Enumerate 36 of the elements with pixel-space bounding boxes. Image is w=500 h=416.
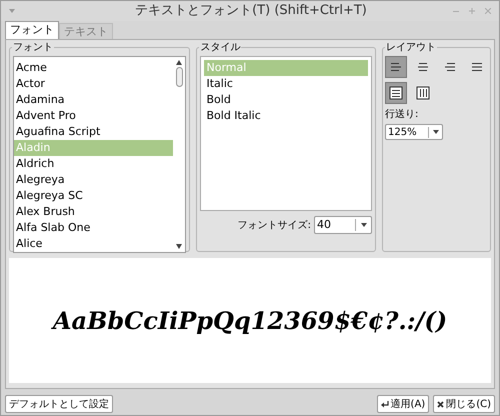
cross-icon [437, 400, 444, 408]
font-preview-text: AaBbCcIiPpQq12369$€¢?.:/() [52, 304, 448, 336]
align-left-button[interactable] [385, 56, 407, 78]
font-list-item[interactable]: Alex Brush [14, 204, 174, 220]
font-list-item[interactable]: Advent Pro [14, 108, 174, 124]
align-right-icon [444, 62, 456, 72]
font-list-item[interactable]: Alice [14, 236, 174, 252]
window-title: テキストとフォント(T) (Shift+Ctrl+T) [134, 2, 368, 20]
font-list-item[interactable]: Acme [14, 60, 174, 76]
style-list-item[interactable]: Bold Italic [204, 108, 368, 124]
apply-button[interactable]: 適用(A) [376, 395, 430, 413]
dropdown-arrow-icon[interactable] [360, 223, 366, 227]
align-center-icon [417, 62, 429, 72]
vertical-lines-icon [416, 86, 430, 100]
align-justify-icon [471, 62, 483, 72]
line-spacing-label: 行送り: [385, 108, 420, 122]
font-list-item[interactable]: Aguafina Script [14, 124, 174, 140]
line-spacing-combo[interactable]: 125% [385, 124, 443, 140]
font-size-label: フォントサイズ: [238, 218, 311, 232]
font-list-item[interactable]: Alegreya SC [14, 188, 174, 204]
tab[interactable]: フォント [5, 21, 59, 39]
set-default-button[interactable]: デフォルトとして設定 [5, 395, 113, 413]
return-arrow-icon [380, 400, 389, 408]
align-left-icon [390, 62, 402, 72]
font-list-item[interactable]: Alfa Slab One [14, 220, 174, 236]
horizontal-text-button[interactable] [385, 82, 407, 104]
style-list-item[interactable]: Bold [204, 92, 368, 108]
font-size-combo[interactable]: 40 [314, 216, 372, 234]
font-list-item[interactable]: Actor [14, 76, 174, 92]
font-list-item[interactable]: Adamina [14, 92, 174, 108]
horizontal-lines-icon [389, 86, 403, 100]
font-list-item[interactable]: Aldrich [14, 156, 174, 172]
font-list-item[interactable]: Alegreya [14, 172, 174, 188]
dropdown-arrow-icon[interactable] [432, 130, 438, 134]
style-list-item[interactable]: Italic [204, 76, 368, 92]
close-dialog-button[interactable]: 閉じる(C) [433, 395, 495, 413]
